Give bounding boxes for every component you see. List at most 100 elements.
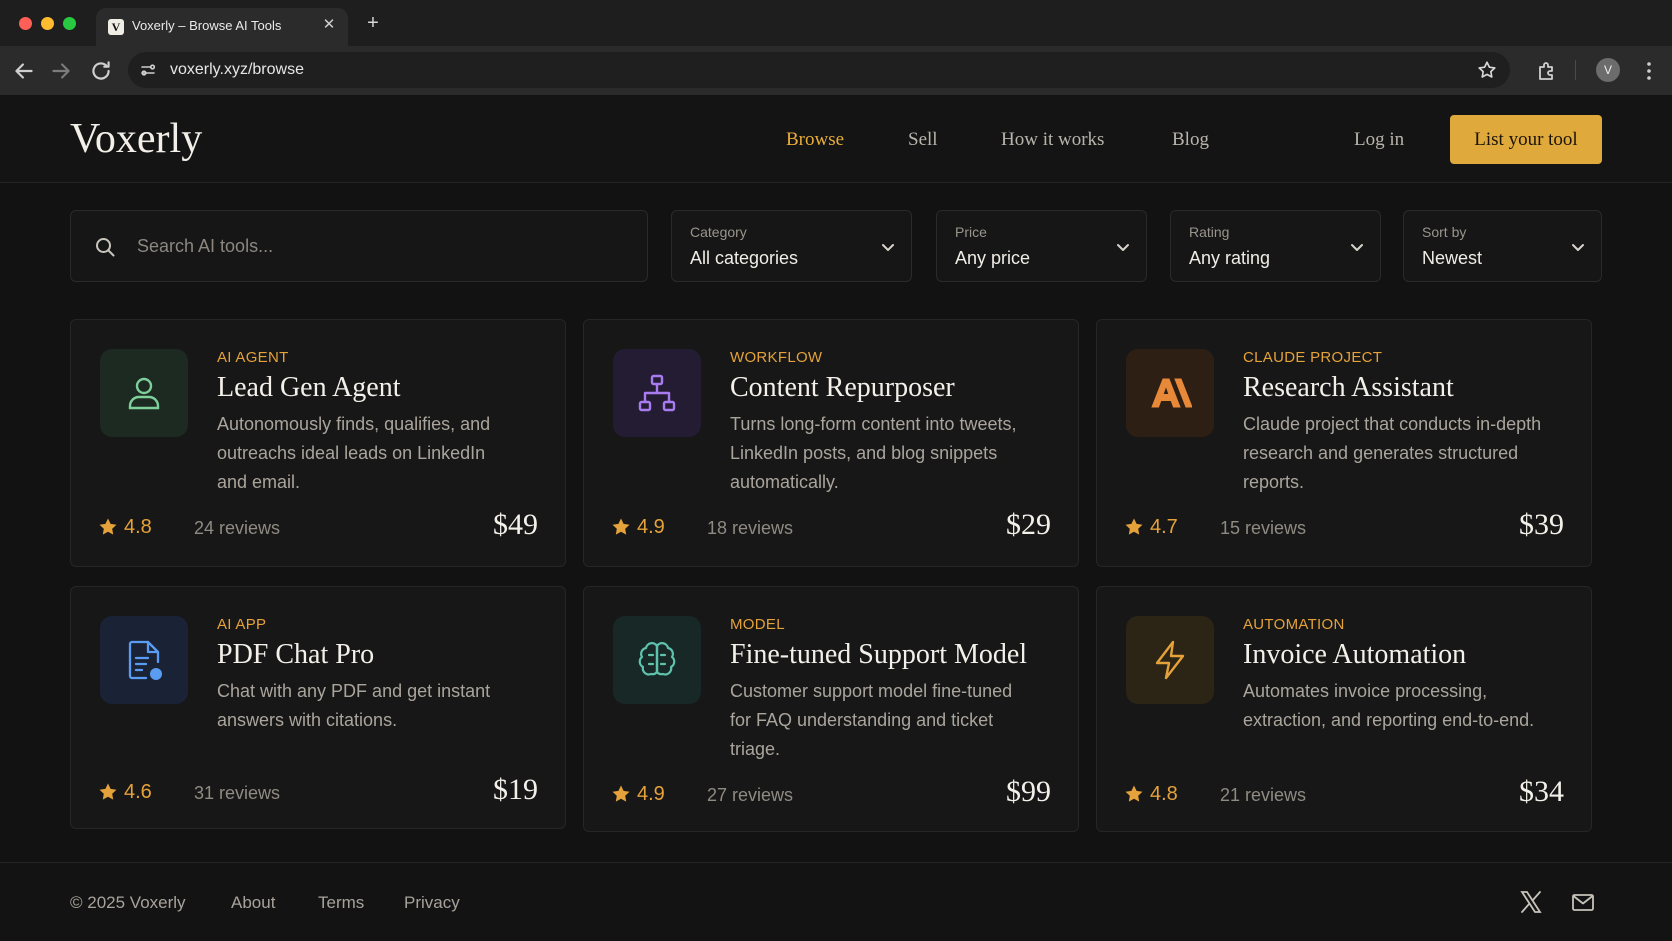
tool-card-invoice-automation[interactable]: AUTOMATION Invoice Automation Automates … [1096, 586, 1592, 832]
search-box[interactable] [70, 210, 648, 282]
tool-card-lead-gen-agent[interactable]: AI AGENT Lead Gen Agent Autonomously fin… [70, 319, 566, 567]
brain-icon [638, 642, 676, 676]
tool-title[interactable]: Research Assistant [1243, 372, 1454, 404]
tool-title[interactable]: Invoice Automation [1243, 639, 1466, 671]
address-bar[interactable]: voxerly.xyz/browse [128, 52, 1510, 88]
x-twitter-icon[interactable] [1518, 889, 1544, 915]
rating-dropdown[interactable]: Rating Any rating [1170, 210, 1381, 282]
tool-card-content-repurposer[interactable]: WORKFLOW Content Repurposer Turns long-f… [583, 319, 1079, 567]
tool-description: Customer support model fine-tuned for FA… [730, 681, 1013, 759]
site-logo[interactable]: Voxerly [70, 115, 202, 163]
site-footer: © 2025 Voxerly About Terms Privacy [0, 862, 1672, 941]
tool-category: WORKFLOW [730, 349, 823, 366]
site-header: Voxerly Browse Sell How it works Blog Lo… [0, 95, 1672, 183]
category-dropdown[interactable]: Category All categories [671, 210, 912, 282]
nav-browse[interactable]: Browse [786, 129, 844, 151]
tool-review-count: 18 reviews [707, 518, 794, 538]
tool-rating: 4.9 [637, 783, 665, 805]
tool-title[interactable]: PDF Chat Pro [217, 639, 374, 671]
tool-title[interactable]: Lead Gen Agent [217, 372, 401, 404]
minimize-window-button[interactable] [41, 17, 54, 30]
browser-tab[interactable]: V Voxerly – Browse AI Tools ✕ [96, 8, 348, 46]
tool-category: AI APP [217, 616, 267, 633]
forward-icon[interactable] [48, 58, 74, 84]
tool-category: AI AGENT [217, 349, 289, 366]
list-your-tool-button[interactable]: List your tool [1450, 115, 1602, 164]
lightning-icon [1155, 640, 1185, 680]
tool-review-count: 21 reviews [1220, 785, 1307, 805]
category-label: Category [690, 224, 747, 240]
sort-label: Sort by [1422, 224, 1467, 240]
tool-review-count: 27 reviews [707, 785, 794, 805]
tool-rating: 4.9 [637, 516, 665, 538]
tool-icon-tile [1126, 616, 1214, 704]
reload-icon[interactable] [88, 58, 114, 84]
tool-card-fine-tuned-support-model[interactable]: MODEL Fine-tuned Support Model Customer … [583, 586, 1079, 832]
browser-tab-bar: V Voxerly – Browse AI Tools ✕ + [0, 0, 1672, 46]
category-value: All categories [690, 248, 799, 268]
tool-price: $34 [1519, 775, 1564, 808]
price-value: Any price [955, 248, 1031, 268]
back-icon[interactable] [11, 58, 37, 84]
nav-how-it-works[interactable]: How it works [1001, 129, 1104, 151]
tool-rating: 4.8 [124, 516, 152, 538]
tool-price: $19 [493, 773, 538, 806]
sort-dropdown[interactable]: Sort by Newest [1403, 210, 1602, 282]
login-link[interactable]: Log in [1354, 129, 1404, 151]
search-input[interactable] [137, 231, 617, 261]
site-settings-icon[interactable] [138, 60, 158, 80]
footer-link-privacy[interactable]: Privacy [404, 893, 460, 913]
menu-icon[interactable] [1637, 59, 1661, 83]
extensions-icon[interactable] [1535, 59, 1559, 83]
tool-icon-tile [1126, 349, 1214, 437]
browser-toolbar: voxerly.xyz/browse [0, 46, 1672, 95]
star-icon [1125, 785, 1143, 802]
star-icon [99, 783, 117, 800]
tool-rating: 4.7 [1150, 516, 1178, 538]
tool-rating: 4.6 [124, 781, 152, 803]
tool-icon-tile [100, 349, 188, 437]
toolbar-divider [1575, 60, 1576, 80]
tool-price: $49 [493, 508, 538, 541]
star-icon [99, 518, 117, 535]
tool-card-research-assistant[interactable]: CLAUDE PROJECT Research Assistant Claude… [1096, 319, 1592, 567]
tool-description: Automates invoice processing, extraction… [1243, 681, 1535, 730]
user-icon [128, 377, 160, 410]
tool-icon-tile [613, 349, 701, 437]
copyright-text: © 2025 Voxerly [70, 893, 186, 912]
footer-link-terms[interactable]: Terms [318, 893, 364, 913]
footer-link-about[interactable]: About [231, 893, 275, 913]
tool-category: AUTOMATION [1243, 616, 1345, 633]
close-tab-icon[interactable]: ✕ [320, 16, 338, 34]
tool-card-pdf-chat-pro[interactable]: AI APP PDF Chat Pro Chat with any PDF an… [70, 586, 566, 829]
tool-review-count: 15 reviews [1220, 518, 1307, 538]
maximize-window-button[interactable] [63, 17, 76, 30]
chevron-down-icon [1351, 244, 1363, 251]
document-chat-icon [128, 640, 162, 680]
nav-blog[interactable]: Blog [1172, 129, 1209, 151]
tool-price: $39 [1519, 508, 1564, 541]
tool-icon-tile [613, 616, 701, 704]
tool-category: MODEL [730, 616, 785, 633]
profile-avatar[interactable]: V [1596, 58, 1620, 82]
price-dropdown[interactable]: Price Any price [936, 210, 1147, 282]
tool-title[interactable]: Fine-tuned Support Model [730, 639, 1027, 671]
mail-icon[interactable] [1570, 889, 1596, 915]
sort-value: Newest [1422, 248, 1483, 268]
star-icon [1125, 518, 1143, 535]
star-icon [612, 518, 630, 535]
new-tab-button[interactable]: + [362, 12, 384, 34]
tool-review-count: 31 reviews [194, 783, 281, 803]
tool-title[interactable]: Content Repurposer [730, 372, 955, 404]
close-window-button[interactable] [19, 17, 32, 30]
tool-description: Turns long-form content into tweets, Lin… [730, 414, 1017, 492]
tool-review-count: 24 reviews [194, 518, 281, 538]
tab-title: Voxerly – Browse AI Tools [132, 18, 282, 33]
bookmark-star-icon[interactable] [1476, 59, 1498, 81]
chevron-down-icon [1117, 244, 1129, 251]
chevron-down-icon [1572, 244, 1584, 251]
chevron-down-icon [882, 244, 894, 251]
url-text[interactable]: voxerly.xyz/browse [170, 61, 304, 79]
nav-sell[interactable]: Sell [908, 129, 938, 151]
rating-label: Rating [1189, 224, 1230, 240]
